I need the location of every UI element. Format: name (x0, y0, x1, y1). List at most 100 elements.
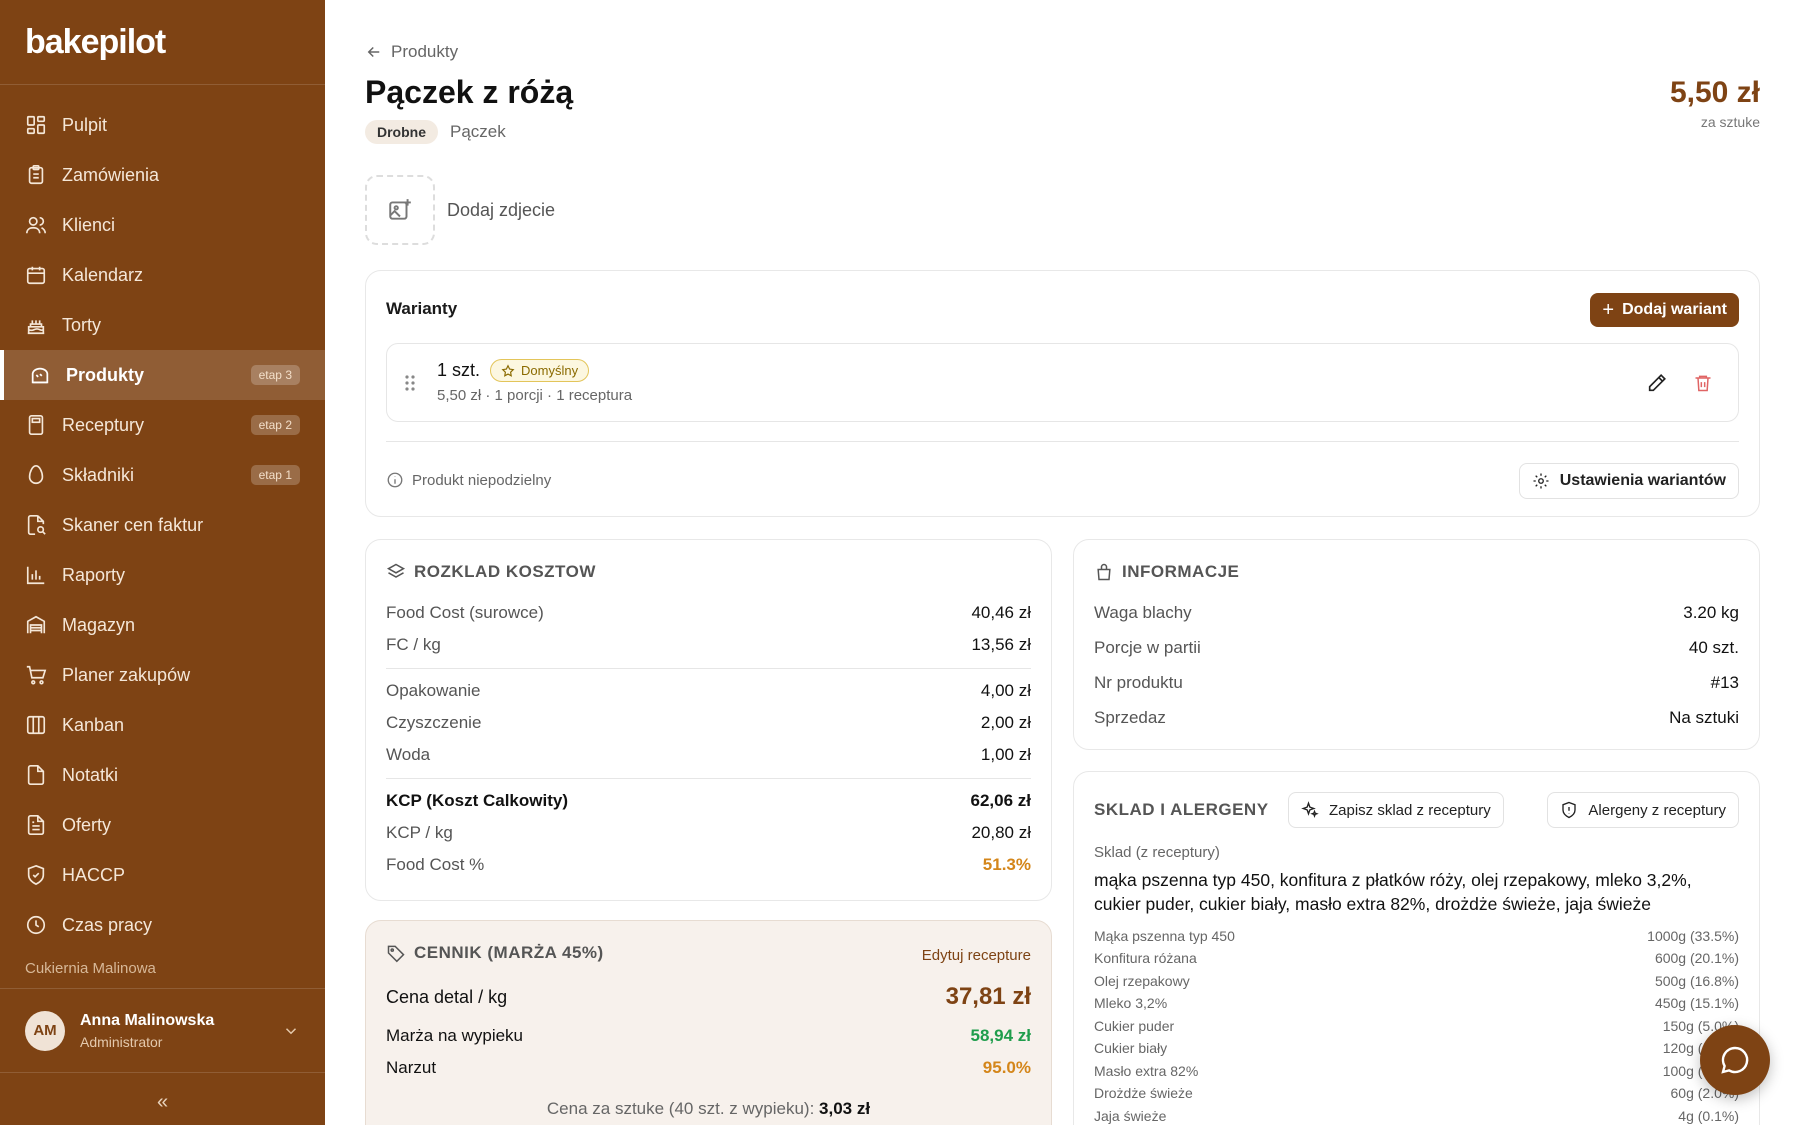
ingredient-row: Jaja świeże 4g (0.1%) (1094, 1108, 1739, 1124)
default-badge: Domyślny (490, 359, 590, 382)
ingredient-row: Masło extra 82%100g (3.4%) (1094, 1063, 1739, 1079)
variant-row[interactable]: 1 szt. Domyślny 5,50 zł · 1 porcji · 1 r… (386, 343, 1739, 422)
cost-label: Food Cost % (386, 855, 485, 874)
sidebar-item-planer[interactable]: Planer zakupów (0, 650, 325, 700)
sidebar-item-czas-pracy[interactable]: Czas pracy (0, 900, 325, 950)
edit-recipe-link[interactable]: Edytuj recepture (922, 947, 1031, 964)
price-unit: za sztuke (1700, 114, 1760, 130)
sidebar-item-skaner[interactable]: Skaner cen faktur (0, 500, 325, 550)
plus-icon: + (1602, 298, 1615, 321)
save-composition-label: Zapisz sklad z receptury (1329, 801, 1491, 819)
sidebar-item-magazyn[interactable]: Magazyn (0, 600, 325, 650)
pricing-title: CENNIK (MARŻA 45%) (386, 943, 604, 963)
sidebar-item-label: Torty (62, 314, 102, 335)
info-row: Sprzedaz Na sztuki (1094, 708, 1739, 728)
sidebar-item-label: Receptury (62, 414, 145, 435)
sidebar-item-label: Skaner cen faktur (62, 514, 204, 535)
sidebar-item-receptury[interactable]: Receptury etap 2 (0, 400, 325, 450)
cost-row: FC / kg 13,56 zł (386, 635, 1031, 655)
add-variant-button[interactable]: + Dodaj wariant (1590, 293, 1739, 327)
cost-breakdown-title-label: ROZKLAD KOSZTOW (414, 562, 596, 581)
ingredient-amount: 450g (15.1%) (1654, 995, 1739, 1011)
info-title: INFORMACJE (1094, 562, 1239, 582)
sidebar-item-label: HACCP (62, 864, 126, 885)
info-value: 3.20 kg (1683, 603, 1739, 622)
food-cost-percent: 51.3% (982, 855, 1031, 874)
user-menu[interactable]: AM Anna Malinowska Administrator (0, 988, 325, 1073)
ingredient-name: Mleko 3,2% (1094, 995, 1168, 1011)
sidebar-item-kanban[interactable]: Kanban (0, 700, 325, 750)
cost-label: FC / kg (386, 635, 441, 654)
divider (386, 778, 1031, 779)
cost-value: 20,80 zł (971, 823, 1031, 842)
sidebar-item-klienci[interactable]: Klienci (0, 200, 325, 250)
ingredient-amount: 4g (0.1%) (1678, 1108, 1739, 1124)
info-value: Na sztuki (1669, 708, 1739, 727)
cart-icon (26, 665, 47, 685)
collapse-sidebar-button[interactable]: « (0, 1087, 325, 1117)
ingredient-name: Konfitura różana (1094, 950, 1197, 966)
indivisible-note: Produkt niepodzielny (386, 471, 551, 489)
default-badge-label: Domyślny (521, 363, 579, 378)
edit-icon[interactable] (1646, 372, 1668, 394)
info-row: Porcje w partii 40 szt. (1094, 638, 1739, 658)
cost-value: 62,06 zł (970, 791, 1032, 810)
bar-chart-icon (26, 566, 45, 585)
save-composition-button[interactable]: Zapisz sklad z receptury (1288, 792, 1504, 828)
add-photo-button[interactable]: Dodaj zdjecie (365, 175, 555, 245)
variant-settings-label: Ustawienia wariantów (1559, 472, 1726, 489)
arrow-left-icon (367, 46, 380, 58)
avatar: AM (25, 1010, 65, 1051)
page-title: Pączek z różą (365, 74, 574, 110)
ingredient-row: Mleko 3,2% 450g (15.1%) (1094, 995, 1739, 1011)
sidebar-item-produkty[interactable]: Produkty etap 3 (0, 350, 325, 400)
sidebar-item-kalendarz[interactable]: Kalendarz (0, 250, 325, 300)
info-row: Nr produktu #13 (1094, 673, 1739, 693)
add-variant-label: Dodaj wariant (1622, 301, 1727, 318)
sidebar-item-zamowienia[interactable]: Zamówienia (0, 150, 325, 200)
sidebar-item-torty[interactable]: Torty (0, 300, 325, 350)
ingredient-name: Cukier biały (1094, 1040, 1168, 1056)
info-value: 40 szt. (1688, 638, 1739, 657)
back-link[interactable]: Produkty (365, 42, 458, 62)
margin-row: Marża na wypieku 58,94 zł (386, 1026, 1031, 1046)
shield-check-icon (27, 864, 45, 886)
sidebar-item-raporty[interactable]: Raporty (0, 550, 325, 600)
composition-card: SKLAD I ALERGENY Zapisz sklad z receptur… (1073, 771, 1760, 1125)
photo-placeholder[interactable] (365, 175, 435, 245)
allergens-button[interactable]: Alergeny z receptury (1547, 792, 1739, 828)
sidebar-item-label: Kanban (62, 714, 125, 735)
ingredient-name: Mąka pszenna typ 450 (1094, 928, 1235, 944)
chevron-down-icon[interactable] (282, 1022, 300, 1040)
chat-bubble-icon (1721, 1046, 1749, 1074)
composition-text: mąka pszenna typ 450, konfitura z płatkó… (1094, 870, 1692, 914)
chat-button[interactable] (1700, 1025, 1770, 1095)
stage-badge: etap 2 (250, 415, 300, 435)
sidebar-item-skladniki[interactable]: Składniki etap 1 (0, 450, 325, 500)
star-icon (501, 363, 515, 377)
brand-logo[interactable]: bakepilot (0, 0, 325, 85)
composition-title: SKLAD I ALERGENY (1094, 800, 1269, 819)
info-row: Waga blachy 3.20 kg (1094, 603, 1739, 623)
columns-icon (26, 715, 46, 735)
sidebar-item-pulpit[interactable]: Pulpit (0, 100, 325, 150)
note-icon (27, 765, 45, 785)
drag-handle-icon[interactable] (403, 374, 417, 392)
sidebar-item-notatki[interactable]: Notatki (0, 750, 325, 800)
info-title-label: INFORMACJE (1122, 562, 1240, 581)
ingredient-row: Konfitura różana 600g (20.1%) (1094, 950, 1739, 966)
retail-price-row: Cena detal / kg 37,81 zł (386, 983, 1031, 1011)
bag-icon (1097, 563, 1111, 581)
trash-icon[interactable] (1693, 372, 1713, 394)
price-block: 5,50 zł za sztuke (1670, 76, 1760, 130)
sidebar-item-label: Notatki (62, 764, 119, 785)
markup-label: Narzut (386, 1058, 437, 1077)
variant-settings-button[interactable]: Ustawienia wariantów (1518, 463, 1739, 499)
cost-breakdown-card: ROZKLAD KOSZTOW Food Cost (surowce) 40,46… (365, 539, 1052, 901)
sidebar-item-label: Magazyn (62, 614, 136, 635)
sidebar-item-oferty[interactable]: Oferty (0, 800, 325, 850)
sidebar-item-label: Pulpit (62, 114, 108, 135)
sidebar-item-haccp[interactable]: HACCP (0, 850, 325, 900)
markup-value: 95.0% (982, 1058, 1031, 1077)
ingredient-row: Mąka pszenna typ 450 1000g (33.5%) (1094, 928, 1739, 944)
